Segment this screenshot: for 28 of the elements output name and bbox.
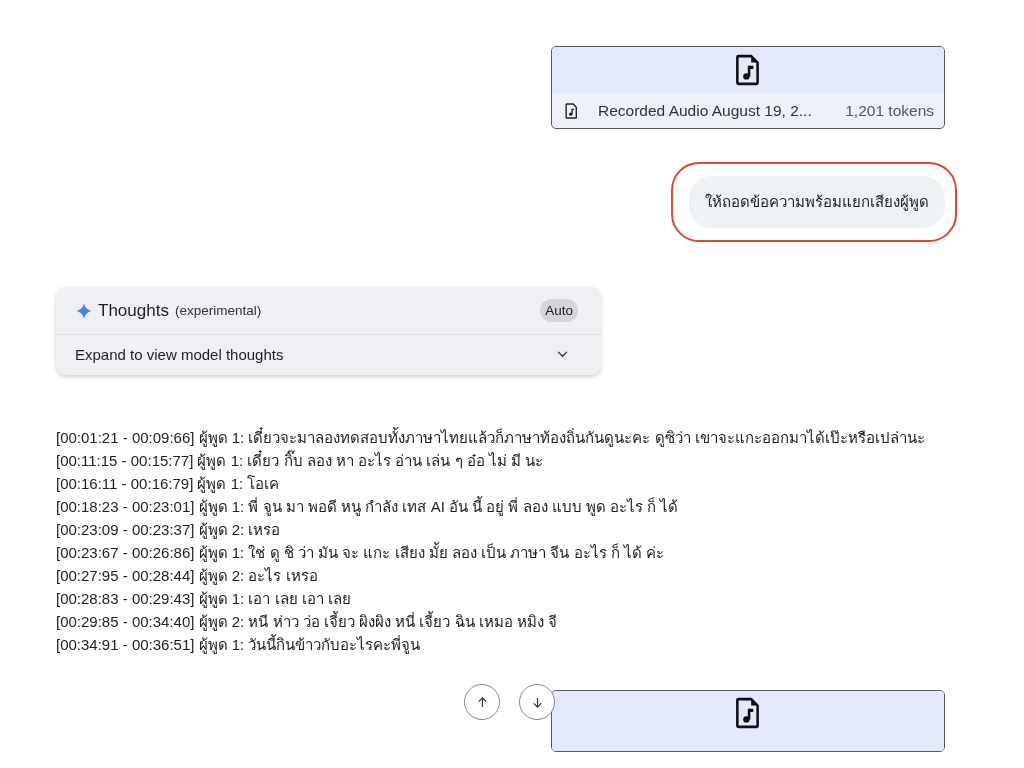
transcript-line: [00:16:11 - 00:16:79] ผู้พูด 1: โอเค [56, 474, 281, 495]
transcript-line: [00:27:95 - 00:28:44] ผู้พูด 2: อะไร เหรอ [56, 566, 319, 587]
attachment-card[interactable]: Recorded Audio August 19, 2... 1,201 tokens [551, 46, 945, 129]
scroll-down-button[interactable] [519, 684, 555, 720]
down-arrow-icon [531, 696, 543, 708]
up-arrow-icon [476, 696, 488, 708]
transcript-line: [00:23:09 - 00:23:37] ผู้พูด 2: เหรอ [56, 520, 282, 541]
transcript-line: [00:11:15 - 00:15:77] ผู้พูด 1: เดี๋ยว กิ๊บ ลอง หา อะไร อ่าน เล่น ๆ อ๋อ ไม่ มี นะ [56, 449, 545, 472]
sparkle-icon [76, 302, 92, 319]
audio-file-icon [565, 102, 578, 119]
user-message: ให้ถอดข้อความพร้อมแยกเสียงผู้พูด [689, 176, 945, 228]
transcript-line: [00:29:85 - 00:34:40] ผู้พูด 2: หนี ห่าว ว่อ เจี้ยว ผิงผิง หนี่ เจี้ยว ฉิน เหมอ หมิง จี [56, 610, 559, 633]
transcript-line: [00:34:91 - 00:36:51] ผู้พูด 1: วันนี้กินข้าวกับอะไรคะพี่จูน [56, 633, 422, 656]
token-count: 1,201 tokens [845, 101, 934, 120]
scroll-up-button[interactable] [464, 684, 500, 720]
transcript-line: [00:23:67 - 00:26:86] ผู้พูด 1: ใช่ ดู ชิ ว่า มัน จะ แกะ เสียง มั้ย ลอง เป็น ภาษา จีน อะไร ก็ ได้ ค่ะ [56, 541, 666, 564]
thoughts-title: Thoughts [98, 300, 169, 321]
transcript-line: [00:01:21 - 00:09:66] ผู้พูด 1: เดี๋ยวจะมาลองทดสอบทั้งภาษาไทยแล้วก็ภาษาท้องถิ่นกันดูนะคะ ดูซิว่า เขาจะแกะออกมาได้เป๊ะหรือเปล่านะ [56, 426, 926, 449]
audio-file-icon [735, 54, 761, 86]
transcript-line: [00:18:23 - 00:23:01] ผู้พูด 1: พี่ จูน มา พอดี หนู กำลัง เทส AI อัน นี้ อยู่ พี่ ลอง แบบ พูด อะไร ก็ ได้ [56, 495, 680, 518]
expand-thoughts-row[interactable]: Expand to view model thoughts [56, 335, 601, 375]
file-name: Recorded Audio August 19, 2... [598, 101, 813, 120]
thoughts-subtitle: (experimental) [174, 303, 262, 318]
transcript-line: [00:28:83 - 00:29:43] ผู้พูด 1: เอา เลย เอา เลย [56, 589, 352, 610]
chevron-icon [557, 351, 568, 358]
mode-badge: Auto [540, 299, 578, 322]
attachment-card[interactable] [551, 690, 945, 752]
audio-file-icon [735, 697, 761, 729]
